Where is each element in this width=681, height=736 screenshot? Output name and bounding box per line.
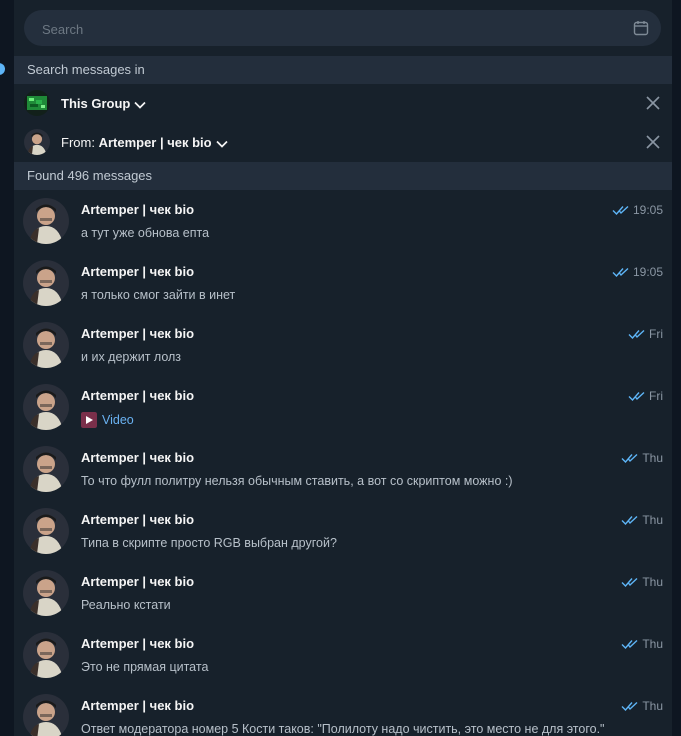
message-time: Thu: [621, 575, 663, 589]
avatar: [23, 384, 69, 430]
group-avatar: [24, 90, 50, 116]
time-label: Fri: [649, 327, 663, 341]
close-icon[interactable]: [646, 135, 660, 149]
video-icon: [81, 412, 97, 428]
filter-from-label[interactable]: From: Artemper | чек bio: [61, 123, 228, 162]
message-preview: Это не прямая цитата: [81, 660, 209, 674]
time-label: Thu: [642, 575, 663, 589]
sender-name: Artemper | чек bio: [81, 450, 195, 465]
sender-name: Artemper | чек bio: [81, 388, 195, 403]
sender-name: Artemper | чек bio: [81, 636, 195, 651]
message-result-item[interactable]: Artemper | чек bio Thu То что фулл политру…: [14, 438, 672, 500]
time-label: Thu: [642, 513, 663, 527]
right-edge: [672, 0, 681, 736]
message-result-item[interactable]: Artemper | чек bio Fri Video: [14, 376, 672, 438]
message-result-item[interactable]: Artemper | чек bio 19:05 а тут уже обнова …: [14, 190, 672, 252]
message-time: Fri: [628, 389, 663, 403]
message-time: 19:05: [612, 203, 663, 217]
time-label: 19:05: [632, 265, 663, 279]
sender-name: Artemper | чек bio: [81, 202, 195, 217]
message-preview: а тут уже обнова епта: [81, 226, 210, 240]
message-result-item[interactable]: Artemper | чек bio Thu Реально кстати: [14, 562, 672, 624]
search-box[interactable]: [24, 10, 661, 48]
time-label: Thu: [642, 699, 663, 713]
time-label: 19:05: [632, 203, 663, 217]
double-check-icon: [612, 267, 629, 277]
double-check-icon: [628, 391, 645, 401]
message-result-item[interactable]: Artemper | чек bio Thu Ответ модератора но…: [14, 686, 672, 736]
message-result-item[interactable]: Artemper | чек bio Fri и их держит лолз: [14, 314, 672, 376]
message-preview: я только смог зайти в инет: [81, 288, 236, 302]
media-label: Video: [102, 413, 134, 427]
search-results-panel: Search messages in This Group From: Arte…: [14, 56, 672, 736]
sender-name: Artemper | чек bio: [81, 698, 195, 713]
top-bar: [0, 0, 681, 56]
unread-indicator: [0, 63, 5, 75]
avatar: [23, 508, 69, 554]
message-time: Thu: [621, 451, 663, 465]
message-time: Fri: [628, 327, 663, 341]
time-label: Thu: [642, 451, 663, 465]
message-time: Thu: [621, 513, 663, 527]
message-preview: Типа в скрипте просто RGB выбран другой?: [81, 536, 337, 550]
double-check-icon: [621, 701, 638, 711]
time-label: Thu: [642, 637, 663, 651]
message-result-item[interactable]: Artemper | чек bio 19:05 я только смог зай…: [14, 252, 672, 314]
search-in-header: Search messages in: [14, 56, 672, 84]
double-check-icon: [621, 577, 638, 587]
sender-name: Artemper | чек bio: [81, 574, 195, 589]
double-check-icon: [621, 515, 638, 525]
from-name: Artemper | чек bio: [98, 135, 212, 150]
avatar: [23, 570, 69, 616]
calendar-icon[interactable]: [633, 20, 649, 36]
avatar: [24, 129, 50, 155]
filter-from-row[interactable]: From: Artemper | чек bio: [14, 123, 672, 162]
avatar: [23, 632, 69, 678]
message-result-item[interactable]: Artemper | чек bio Thu Типа в скрипте прос…: [14, 500, 672, 562]
sender-name: Artemper | чек bio: [81, 326, 195, 341]
avatar: [23, 446, 69, 492]
time-label: Fri: [649, 389, 663, 403]
avatar: [23, 260, 69, 306]
chevron-down-icon[interactable]: [216, 140, 228, 148]
chevron-down-icon[interactable]: [134, 101, 146, 109]
message-time: Thu: [621, 637, 663, 651]
filter-chat-label[interactable]: This Group: [61, 84, 146, 123]
double-check-icon: [612, 205, 629, 215]
found-count-header: Found 496 messages: [14, 162, 672, 190]
sender-name: Artemper | чек bio: [81, 264, 195, 279]
message-preview: Реально кстати: [81, 598, 171, 612]
search-messages-panel: Search messages in This Group: [0, 0, 681, 736]
close-icon[interactable]: [646, 96, 660, 110]
double-check-icon: [628, 329, 645, 339]
avatar: [23, 694, 69, 736]
message-preview: Video: [81, 412, 671, 428]
double-check-icon: [621, 639, 638, 649]
left-sidebar-edge: [0, 0, 14, 736]
double-check-icon: [621, 453, 638, 463]
sender-name: Artemper | чек bio: [81, 512, 195, 527]
chat-name: This Group: [61, 96, 131, 111]
message-time: Thu: [621, 699, 663, 713]
message-result-item[interactable]: Artemper | чек bio Thu Это не прямая цитат…: [14, 624, 672, 686]
search-input[interactable]: [40, 10, 614, 48]
message-preview: и их держит лолз: [81, 350, 182, 364]
avatar: [23, 198, 69, 244]
message-preview: Ответ модератора номер 5 Кости таков: "П…: [81, 722, 605, 736]
from-prefix: From:: [61, 135, 99, 150]
message-time: 19:05: [612, 265, 663, 279]
avatar: [23, 322, 69, 368]
message-preview: То что фулл политру нельзя обычным стави…: [81, 474, 513, 488]
filter-chat-row[interactable]: This Group: [14, 84, 672, 123]
